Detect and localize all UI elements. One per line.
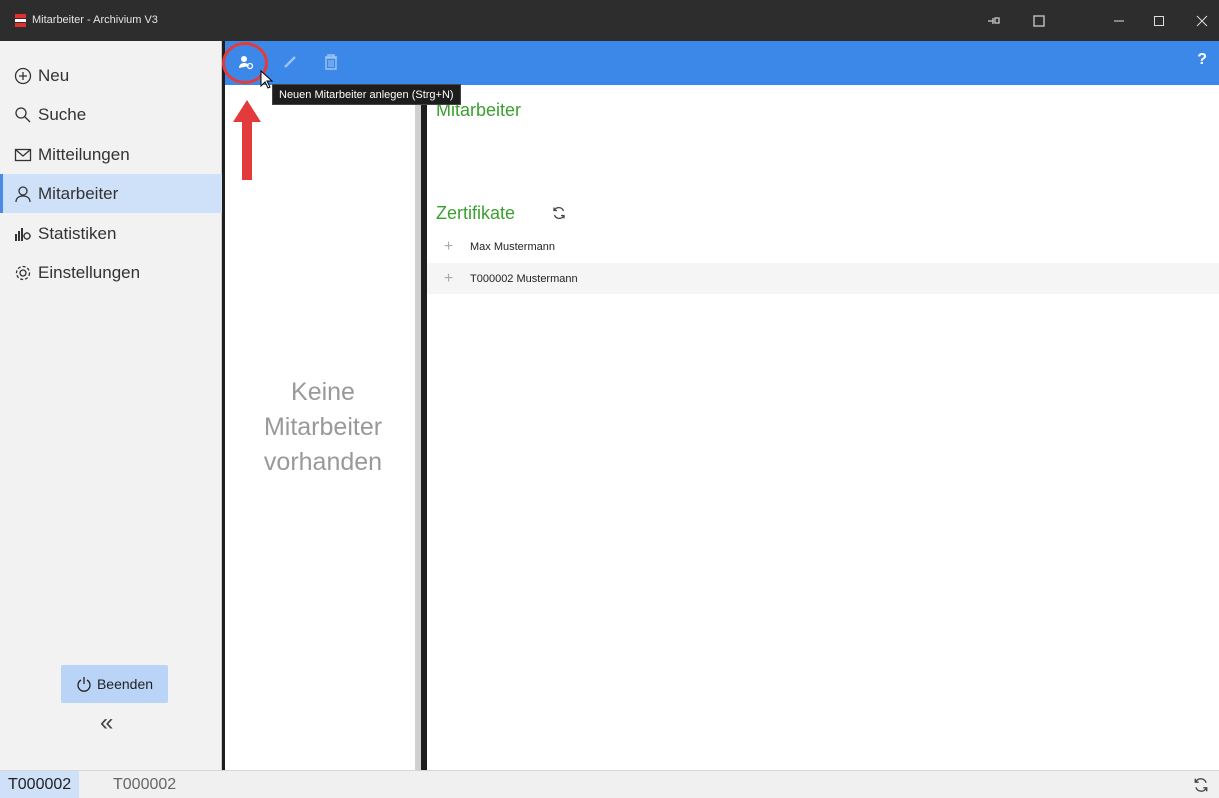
sidebar-item-label: Mitteilungen: [38, 144, 130, 164]
empty-list-line: Mitarbeiter: [263, 413, 383, 441]
minimize-icon: [1114, 20, 1124, 21]
help-button[interactable]: ?: [1197, 51, 1207, 69]
tablet-mode-icon[interactable]: [1032, 13, 1048, 29]
person-icon: [15, 185, 31, 202]
sidebar-item-einstellungen[interactable]: Einstellungen: [0, 253, 222, 292]
trash-icon: [325, 54, 337, 70]
expand-icon[interactable]: +: [427, 270, 470, 288]
title-bar: Mitarbeiter - Archivium V3: [0, 0, 1219, 41]
maximize-button[interactable]: [1137, 0, 1181, 41]
certificate-name: T000002 Mustermann: [470, 272, 578, 285]
tooltip: Neuen Mitarbeiter anlegen (Strg+N): [272, 84, 461, 105]
sidebar-item-statistiken[interactable]: Statistiken: [0, 214, 222, 253]
certificate-name: Max Mustermann: [470, 240, 555, 253]
sidebar-item-label: Neu: [38, 65, 70, 85]
status-bar: T000002 T000002: [0, 770, 1219, 798]
gear-icon: [15, 265, 31, 280]
power-icon: [77, 677, 91, 692]
exit-button-label: Beenden: [96, 676, 154, 692]
empty-list-line: vorhanden: [263, 448, 383, 476]
minimize-button[interactable]: [1097, 0, 1141, 41]
sidebar-item-label: Suche: [38, 104, 87, 124]
cursor-icon: [260, 70, 274, 89]
window-title: Mitarbeiter - Archivium V3: [32, 14, 158, 26]
sidebar: Neu Suche Mitteilungen Mitarbeiter Stati…: [0, 41, 222, 770]
sidebar-item-mitteilungen[interactable]: Mitteilungen: [0, 135, 222, 174]
refresh-icon[interactable]: [1193, 777, 1209, 793]
empty-list-message: Keine Mitarbeiter vorhanden: [225, 375, 421, 480]
delete-button[interactable]: [320, 51, 342, 73]
employee-list: Keine Mitarbeiter vorhanden: [225, 85, 421, 770]
project-icon[interactable]: [985, 13, 1001, 29]
certificate-row[interactable]: + Max Mustermann: [427, 231, 1219, 262]
app-logo-icon: [15, 14, 26, 27]
close-button[interactable]: [1180, 0, 1219, 41]
sidebar-item-label: Statistiken: [38, 223, 117, 243]
mail-icon: [14, 148, 32, 161]
close-icon: [1196, 15, 1208, 26]
sidebar-item-mitarbeiter[interactable]: Mitarbeiter: [0, 174, 222, 213]
certificate-row[interactable]: + T000002 Mustermann: [427, 263, 1219, 294]
details-pane: Mitarbeiter Zertifikate + Max Mustermann…: [427, 85, 1219, 770]
status-tab[interactable]: T000002: [113, 776, 176, 794]
empty-list-line: Keine: [291, 378, 355, 406]
sidebar-item-suche[interactable]: Suche: [0, 95, 222, 134]
sidebar-item-label: Einstellungen: [38, 262, 141, 282]
search-icon: [15, 106, 31, 122]
annotation-arrow-icon: [233, 100, 261, 180]
collapse-sidebar-button[interactable]: «: [100, 709, 113, 737]
exit-button[interactable]: Beenden: [61, 665, 168, 703]
edit-button[interactable]: [279, 51, 301, 73]
status-tab-active[interactable]: T000002: [0, 771, 80, 798]
maximize-icon: [1154, 15, 1164, 26]
statistics-icon: [15, 227, 31, 241]
pencil-icon: [284, 56, 296, 68]
toolbar: ?: [225, 41, 1219, 85]
certificates-section-title: Zertifikate: [436, 203, 516, 223]
plus-circle-icon: [14, 67, 32, 84]
sidebar-item-label: Mitarbeiter: [38, 183, 119, 203]
refresh-icon[interactable]: [552, 206, 566, 220]
expand-icon[interactable]: +: [427, 238, 470, 256]
sidebar-item-neu[interactable]: Neu: [0, 56, 222, 95]
